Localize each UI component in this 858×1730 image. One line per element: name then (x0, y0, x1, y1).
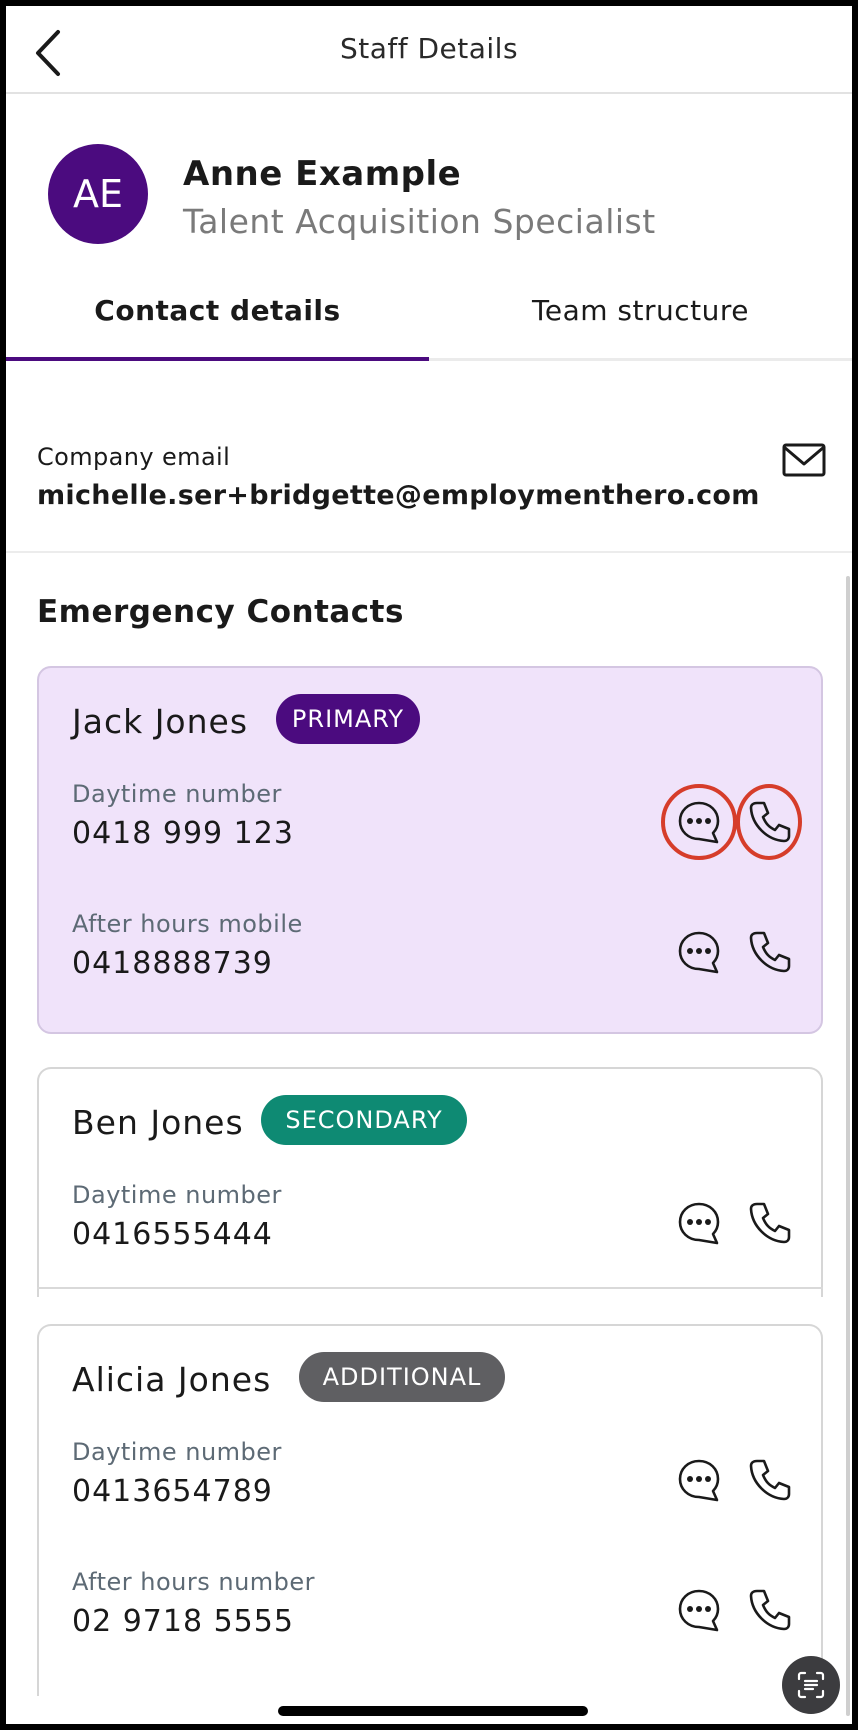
call-button[interactable] (745, 1455, 795, 1505)
call-button[interactable] (745, 927, 795, 977)
phone-icon (749, 1459, 791, 1501)
phone-icon (749, 1202, 791, 1244)
contact-name: Alicia Jones (72, 1360, 272, 1399)
company-email-value[interactable]: michelle.ser+bridgette@employmenthero.co… (37, 480, 760, 511)
message-button[interactable] (674, 1198, 724, 1248)
scan-text-button[interactable] (782, 1656, 840, 1714)
call-button[interactable] (745, 1585, 795, 1635)
daytime-number-label: Daytime number (72, 1181, 282, 1209)
emergency-contact-card-secondary: Ben Jones SECONDARY Daytime number 04165… (37, 1067, 823, 1297)
screen: Staff Details AE Anne Example Talent Acq… (6, 6, 852, 1724)
card-divider (37, 1287, 823, 1289)
daytime-number-value: 0413654789 (72, 1474, 273, 1509)
active-tab-indicator (6, 357, 429, 361)
avatar: AE (48, 144, 148, 244)
secondary-badge: SECONDARY (261, 1095, 467, 1145)
emergency-contact-card-additional: Alicia Jones ADDITIONAL Daytime number 0… (37, 1324, 823, 1696)
after-hours-label: After hours mobile (72, 910, 303, 938)
call-button[interactable] (745, 797, 795, 847)
daytime-number-label: Daytime number (72, 780, 282, 808)
chat-bubble-icon (678, 1459, 720, 1502)
message-button[interactable] (674, 927, 724, 977)
additional-badge: ADDITIONAL (299, 1352, 505, 1402)
top-bar: Staff Details (6, 6, 852, 94)
tab-team-structure[interactable]: Team structure (429, 294, 852, 360)
emergency-contacts-title: Emergency Contacts (37, 594, 404, 630)
message-button[interactable] (674, 1455, 724, 1505)
emergency-contact-card-primary: Jack Jones PRIMARY Daytime number 0418 9… (37, 666, 823, 1034)
daytime-number-value: 0416555444 (72, 1217, 273, 1252)
page-title: Staff Details (339, 32, 519, 65)
message-button[interactable] (674, 797, 724, 847)
staff-role: Talent Acquisition Specialist (183, 202, 656, 241)
text-scan-icon (797, 1671, 825, 1699)
contact-name: Ben Jones (72, 1103, 244, 1142)
after-hours-value: 02 9718 5555 (72, 1604, 294, 1639)
after-hours-label: After hours number (72, 1568, 316, 1596)
chat-bubble-icon (678, 1202, 720, 1245)
section-divider (6, 551, 852, 553)
send-email-button[interactable] (780, 440, 828, 480)
daytime-number-value: 0418 999 123 (72, 816, 294, 851)
staff-name: Anne Example (183, 154, 462, 194)
after-hours-value: 0418888739 (72, 946, 273, 981)
message-button[interactable] (674, 1585, 724, 1635)
call-button[interactable] (745, 1198, 795, 1248)
phone-icon (749, 1589, 791, 1631)
phone-icon (749, 931, 791, 973)
chat-bubble-icon (678, 931, 720, 974)
mail-icon (782, 443, 826, 477)
chat-bubble-icon (678, 801, 720, 844)
primary-badge: PRIMARY (276, 694, 420, 744)
scrollbar[interactable] (846, 576, 850, 1716)
company-email-label: Company email (37, 443, 231, 471)
phone-icon (749, 801, 791, 843)
tab-contact-details[interactable]: Contact details (6, 294, 429, 360)
daytime-number-label: Daytime number (72, 1438, 282, 1466)
contact-name: Jack Jones (72, 702, 249, 741)
chat-bubble-icon (678, 1589, 720, 1632)
home-indicator[interactable] (278, 1706, 588, 1716)
